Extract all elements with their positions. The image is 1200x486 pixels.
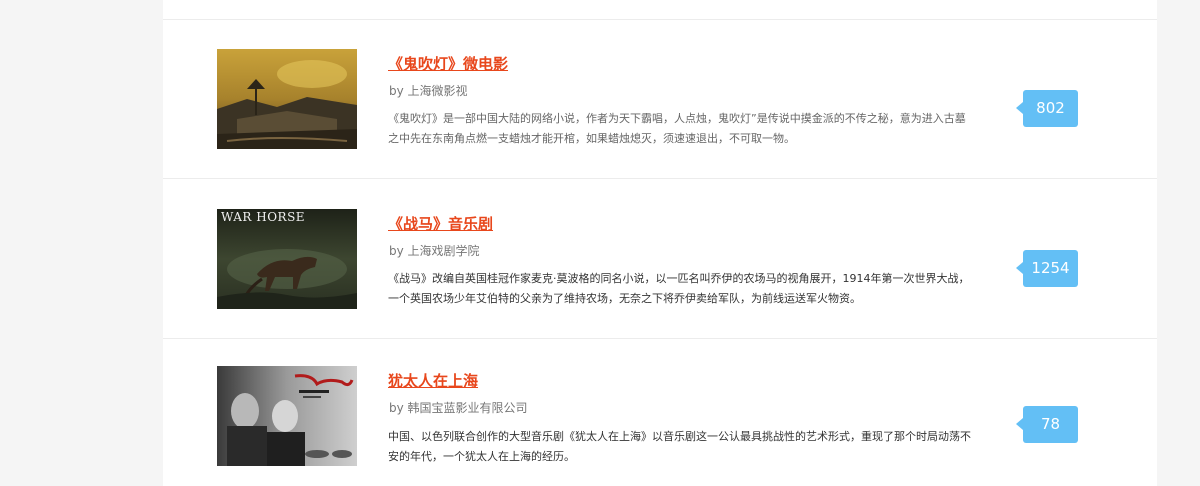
ghost-lamp-poster-image <box>217 49 357 149</box>
jews-in-shanghai-poster-image <box>217 366 357 466</box>
war-horse-poster-image <box>217 209 357 309</box>
previous-item-bottom <box>163 0 1157 20</box>
view-count-badge[interactable]: 1254 <box>1016 250 1078 287</box>
item-description: 《战马》改编自英国桂冠作家麦克·莫波格的同名小说，以一匹名叫乔伊的农场马的视角展… <box>388 272 970 305</box>
item-author: by 上海微影视 <box>389 84 468 98</box>
item-title-link[interactable]: 犹太人在上海 <box>388 370 478 391</box>
item-description: 《鬼吹灯》是一部中国大陆的网络小说，作者为天下霸唱，人点烛，鬼吹灯”是传说中摸金… <box>388 112 966 145</box>
poster-title-text: WAR HORSE <box>221 210 306 224</box>
item-thumbnail[interactable]: WAR HORSE <box>217 209 357 309</box>
list-item: 《鬼吹灯》微电影 by 上海微影视 《鬼吹灯》是一部中国大陆的网络小说，作者为天… <box>163 20 1157 179</box>
view-count-badge[interactable]: 78 <box>1016 406 1078 443</box>
list-item: WAR HORSE 《战马》音乐剧 by 上海戏剧学院 《战马》改编自英国桂冠作… <box>163 180 1157 339</box>
item-title-link[interactable]: 《鬼吹灯》微电影 <box>388 53 508 74</box>
list-item: 犹太人在上海 by 韩国宝蓝影业有限公司 中国、以色列联合创作的大型音乐剧《犹太… <box>163 339 1157 486</box>
item-thumbnail[interactable] <box>217 49 357 149</box>
item-author: by 上海戏剧学院 <box>389 244 480 258</box>
content-panel: 《鬼吹灯》微电影 by 上海微影视 《鬼吹灯》是一部中国大陆的网络小说，作者为天… <box>163 0 1157 486</box>
view-count-badge[interactable]: 802 <box>1016 90 1078 127</box>
item-title-link[interactable]: 《战马》音乐剧 <box>388 213 493 234</box>
item-thumbnail[interactable] <box>217 366 357 466</box>
item-author: by 韩国宝蓝影业有限公司 <box>389 401 528 415</box>
item-description: 中国、以色列联合创作的大型音乐剧《犹太人在上海》以音乐剧这一公认最具挑战性的艺术… <box>388 430 971 463</box>
